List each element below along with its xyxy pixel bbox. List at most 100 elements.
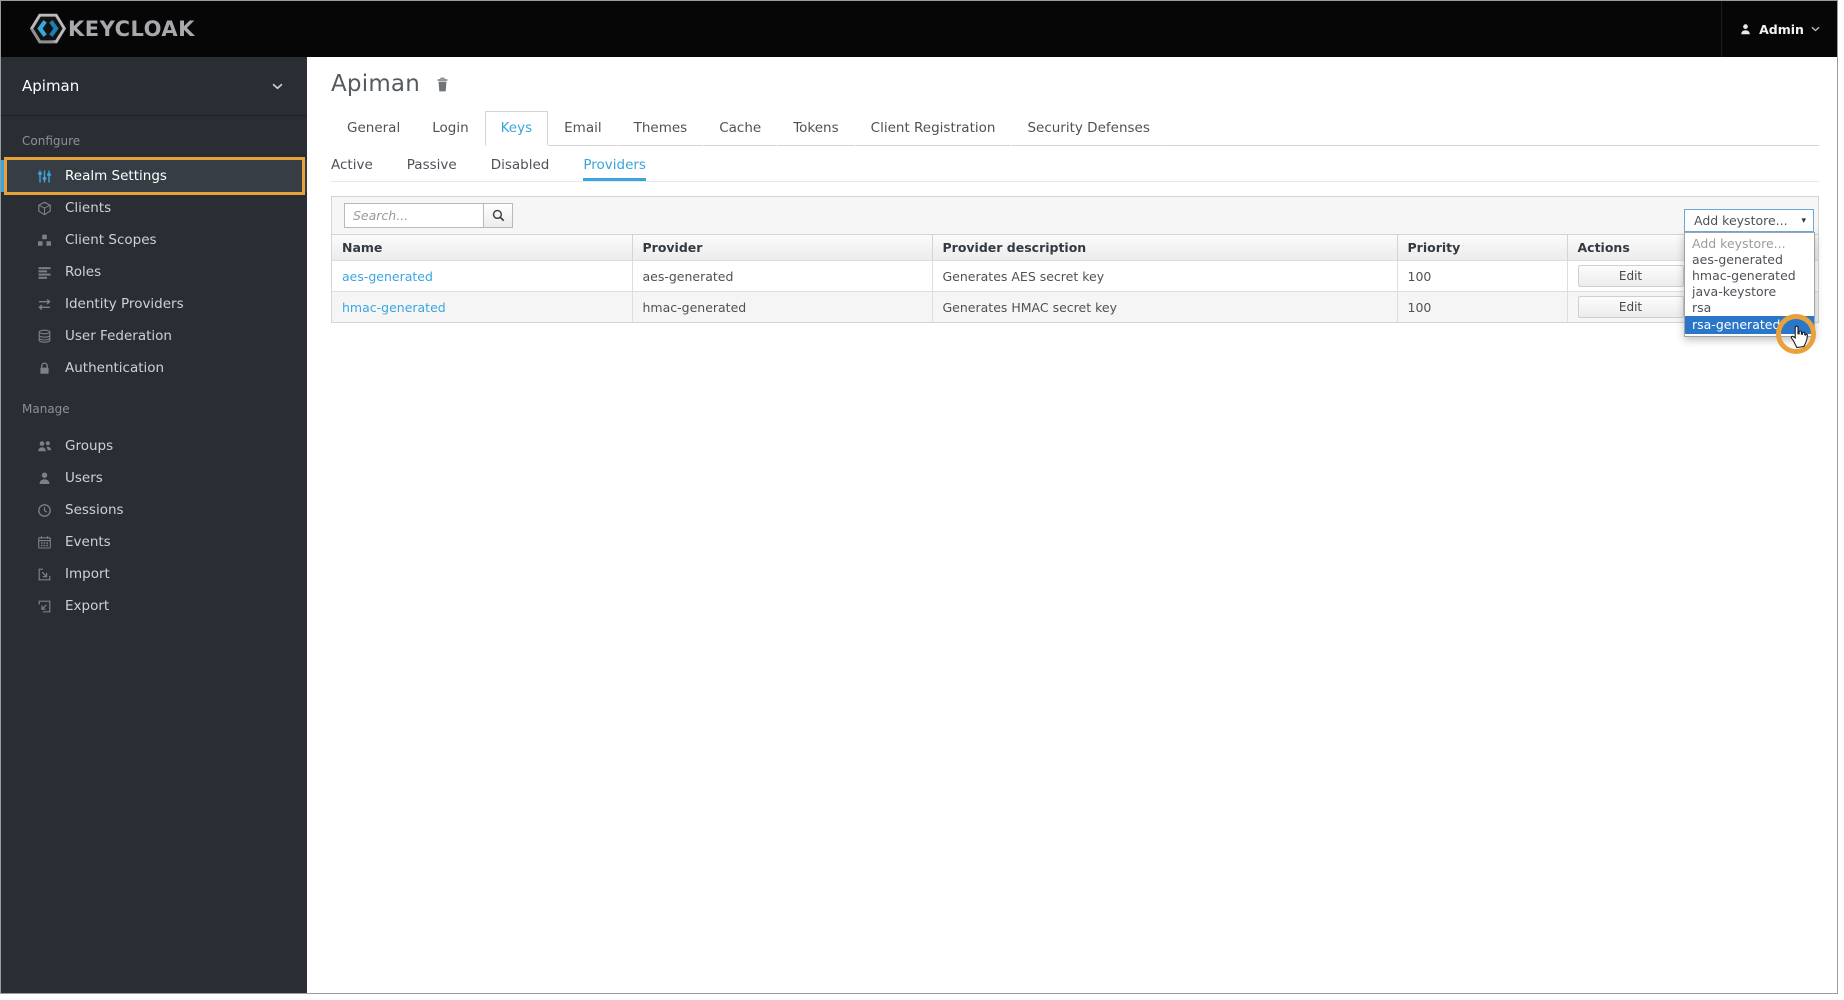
dropdown-option-java-keystore[interactable]: java-keystore (1685, 284, 1814, 300)
search-icon (492, 209, 505, 222)
table-row: hmac-generated hmac-generated Generates … (332, 291, 1818, 322)
sidebar-item-identity-providers[interactable]: Identity Providers (1, 288, 307, 320)
search-button[interactable] (483, 203, 513, 228)
tabs-divider (1165, 111, 1819, 146)
providers-table: Name Provider Provider description Prior… (332, 235, 1818, 322)
add-keystore-select-value: Add keystore... (1694, 213, 1788, 228)
realm-selector[interactable]: Apiman (1, 57, 307, 116)
sidebar-item-user-federation[interactable]: User Federation (1, 320, 307, 352)
exchange-icon (36, 297, 52, 312)
sidebar-nav: Configure Realm Settings Clients Client … (1, 116, 307, 622)
user-menu[interactable]: Admin (1721, 1, 1837, 57)
sidebar-item-import[interactable]: Import (1, 558, 307, 590)
provider-name-link[interactable]: hmac-generated (342, 300, 446, 315)
sidebar: Apiman Configure Realm Settings Clients … (1, 57, 307, 993)
sliders-icon (36, 169, 52, 184)
table-toolbar (332, 197, 1818, 235)
add-keystore-select[interactable]: Add keystore... ▾ (1684, 209, 1814, 232)
priority-cell: 100 (1396, 260, 1567, 292)
sidebar-item-sessions[interactable]: Sessions (1, 494, 307, 526)
export-icon (36, 599, 52, 614)
calendar-icon (36, 535, 52, 550)
realm-name: Apiman (22, 77, 80, 95)
edit-button[interactable]: Edit (1577, 296, 1684, 318)
select-caret-icon: ▾ (1801, 215, 1806, 226)
tab-cache[interactable]: Cache (703, 111, 778, 146)
search-input[interactable] (344, 203, 484, 228)
sidebar-item-label: Users (65, 470, 103, 486)
sidebar-item-users[interactable]: Users (1, 462, 307, 494)
tab-tokens[interactable]: Tokens (777, 111, 855, 146)
sidebar-item-export[interactable]: Export (1, 590, 307, 622)
main-content: Apiman General Login Keys Email Themes C… (307, 57, 1837, 993)
sidebar-item-realm-settings[interactable]: Realm Settings (1, 157, 307, 195)
priority-cell: 100 (1396, 291, 1567, 322)
provider-cell: hmac-generated (631, 291, 932, 322)
sidebar-item-label: Identity Providers (65, 296, 184, 312)
sidebar-item-label: Realm Settings (65, 168, 167, 184)
realm-tabs: General Login Keys Email Themes Cache To… (331, 111, 1819, 146)
sidebar-item-label: Authentication (65, 360, 165, 376)
delete-realm-icon[interactable] (435, 76, 450, 93)
clock-icon (36, 503, 52, 518)
add-keystore-dropdown: Add keystore... aes-generated hmac-gener… (1684, 232, 1815, 337)
user-icon (36, 471, 52, 486)
chevron-down-icon (272, 83, 283, 90)
providers-panel: Name Provider Provider description Prior… (331, 196, 1819, 323)
list-icon (36, 265, 52, 280)
brand-text: KEYCLOAK (68, 16, 195, 41)
sidebar-item-label: Export (65, 598, 110, 614)
user-icon (1739, 23, 1752, 36)
sidebar-item-clients[interactable]: Clients (1, 192, 307, 224)
subtab-active[interactable]: Active (331, 148, 373, 181)
database-icon (36, 329, 52, 344)
app-window: KEYCLOAK Admin Apiman Configure Realm Se… (0, 0, 1838, 994)
table-header-row: Name Provider Provider description Prior… (332, 235, 1818, 261)
section-label-manage: Manage (22, 402, 70, 416)
description-cell: Generates HMAC secret key (931, 291, 1397, 322)
chevron-down-icon (1811, 26, 1820, 32)
tab-login[interactable]: Login (416, 111, 484, 146)
subtab-disabled[interactable]: Disabled (491, 148, 550, 181)
keys-subtabs: Active Passive Disabled Providers (331, 148, 1819, 182)
provider-name-link[interactable]: aes-generated (342, 269, 433, 284)
tab-general[interactable]: General (331, 111, 416, 146)
dropdown-option-add-keystore[interactable]: Add keystore... (1685, 236, 1814, 252)
cube-icon (36, 201, 52, 216)
tab-email[interactable]: Email (548, 111, 618, 146)
groups-icon (36, 439, 52, 454)
top-navbar: KEYCLOAK Admin (1, 1, 1837, 57)
column-header-name: Name (332, 235, 632, 261)
keycloak-logo[interactable]: KEYCLOAK (29, 12, 195, 45)
sidebar-item-label: Roles (65, 264, 102, 280)
tab-keys[interactable]: Keys (484, 111, 549, 146)
sidebar-item-label: Groups (65, 438, 114, 454)
dropdown-option-rsa-generated[interactable]: rsa-generated (1685, 316, 1814, 334)
sidebar-item-client-scopes[interactable]: Client Scopes (1, 224, 307, 256)
dropdown-option-hmac-generated[interactable]: hmac-generated (1685, 268, 1814, 284)
tab-security-defenses[interactable]: Security Defenses (1011, 111, 1166, 146)
sidebar-item-label: Clients (65, 200, 112, 216)
keycloak-logo-icon (29, 12, 67, 45)
sidebar-item-authentication[interactable]: Authentication (1, 352, 307, 384)
table-row: aes-generated aes-generated Generates AE… (332, 260, 1818, 292)
sidebar-item-label: Client Scopes (65, 232, 157, 248)
section-label-configure: Configure (22, 134, 81, 148)
subtab-providers[interactable]: Providers (583, 148, 646, 181)
sidebar-item-groups[interactable]: Groups (1, 430, 307, 462)
edit-button[interactable]: Edit (1577, 265, 1684, 287)
import-icon (36, 567, 52, 582)
column-header-provider-description: Provider description (931, 235, 1397, 261)
dropdown-option-aes-generated[interactable]: aes-generated (1685, 252, 1814, 268)
sidebar-item-roles[interactable]: Roles (1, 256, 307, 288)
tab-themes[interactable]: Themes (617, 111, 704, 146)
page-title: Apiman (331, 71, 420, 97)
provider-cell: aes-generated (631, 260, 932, 292)
dropdown-option-rsa[interactable]: rsa (1685, 300, 1814, 316)
column-header-provider: Provider (631, 235, 932, 261)
sidebar-item-label: User Federation (65, 328, 172, 344)
cubes-icon (36, 233, 52, 248)
sidebar-item-events[interactable]: Events (1, 526, 307, 558)
tab-client-registration[interactable]: Client Registration (854, 111, 1012, 146)
subtab-passive[interactable]: Passive (407, 148, 457, 181)
